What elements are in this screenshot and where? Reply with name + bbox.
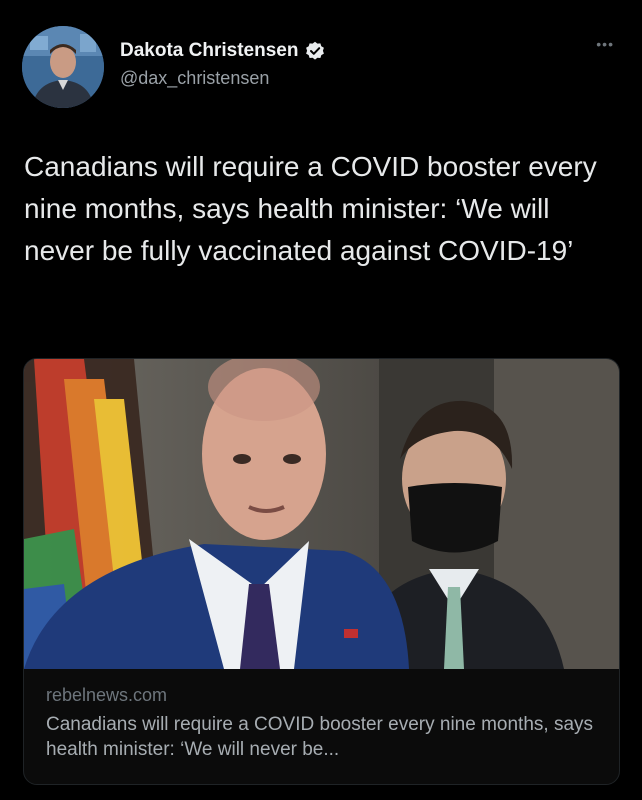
link-card-meta: rebelnews.com Canadians will require a C…	[46, 685, 599, 762]
display-name[interactable]: Dakota Christensen	[120, 40, 298, 62]
avatar[interactable]	[22, 26, 104, 108]
link-card-domain: rebelnews.com	[46, 685, 168, 705]
link-card-image	[24, 359, 619, 669]
link-card-title: Canadians will require a COVID booster e…	[46, 714, 594, 760]
author-names: Dakota Christensen @dax_christensen	[120, 40, 325, 89]
more-options-icon[interactable]: •••	[596, 36, 614, 52]
tweet-header: Dakota Christensen @dax_christensen •••	[22, 26, 620, 114]
handle[interactable]: @dax_christensen	[120, 68, 325, 89]
tweet-text: Canadians will require a COVID booster e…	[24, 151, 597, 266]
display-name-row: Dakota Christensen	[120, 40, 325, 62]
link-card[interactable]: rebelnews.com Canadians will require a C…	[23, 358, 620, 785]
verified-badge-icon	[305, 41, 325, 61]
